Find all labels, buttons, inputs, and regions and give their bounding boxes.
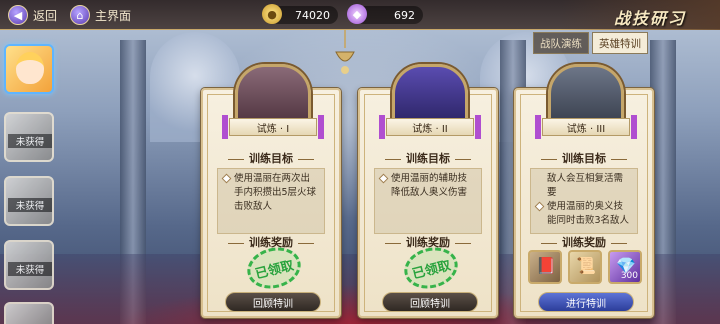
goal-text: 使用温丽在两次出手内积攒出5层火球击败敌人	[234, 173, 317, 212]
page-title: 战技研习	[613, 9, 686, 28]
bullet-diamond-icon	[534, 201, 545, 212]
bullet-diamond-icon	[378, 173, 389, 184]
trial-card-2: 试炼 · II 训练目标 使用温丽的辅助技降低敌人奥义伤害 训练奖励 已领取 回…	[358, 64, 498, 318]
home-button[interactable]: ⌂ 主界面	[70, 4, 131, 26]
gold-value: 74020	[295, 8, 330, 22]
goal-title: 训练目标	[203, 150, 339, 166]
locked-label: 未获得	[8, 134, 52, 148]
reward-gems[interactable]: 💎 300	[608, 250, 642, 284]
goal-title: 训练目标	[516, 150, 652, 166]
gem-icon: ◆	[347, 4, 367, 24]
trial-name: 试炼 · II	[379, 115, 481, 139]
review-training-button[interactable]: 回顾特训	[225, 292, 321, 312]
goal-text: 使用温丽的辅助技降低敌人奥义伤害	[391, 173, 468, 198]
goal-box: 使用温丽的辅助技降低敌人奥义伤害	[374, 168, 482, 234]
home-label: 主界面	[95, 8, 132, 23]
home-icon: ⌂	[70, 5, 90, 25]
back-label: 返回	[33, 8, 58, 23]
gem-icon: 💎	[616, 256, 636, 275]
back-button[interactable]: ◀ 返回	[8, 4, 57, 26]
hero-face-icon	[16, 52, 44, 84]
goal-text: 使用温丽的奥义技能同时击败3名敌人	[547, 201, 630, 226]
back-arrow-icon: ◀	[8, 5, 28, 25]
hero-slot-locked[interactable]: 未获得	[4, 240, 54, 290]
gold-coin-icon: ●	[262, 4, 282, 24]
skill-book-icon: 📕	[536, 256, 556, 275]
trial-card-1: 试炼 · I 训练目标 使用温丽在两次出手内积攒出5层火球击败敌人 训练奖励 已…	[201, 64, 341, 318]
gem-value: 692	[394, 8, 415, 22]
reward-scroll[interactable]: 📜	[568, 250, 602, 284]
goal-box: 敌人会互相复活需要 使用温丽的奥义技能同时击败3名敌人	[530, 168, 638, 234]
tab-hero-training[interactable]: 英雄特训	[592, 32, 648, 54]
goal-box: 使用温丽在两次出手内积攒出5层火球击败敌人	[217, 168, 325, 234]
tab-team-drill[interactable]: 战队演练	[533, 32, 589, 54]
start-training-button[interactable]: 进行特训	[538, 292, 634, 312]
hero-portrait-selected[interactable]	[4, 44, 54, 94]
hero-slot-locked[interactable]: 未获得	[4, 176, 54, 226]
top-bar: ◀ 返回 ⌂ 主界面 ● 74020 ◆ 692 战技研习	[0, 0, 720, 30]
gem-counter: ◆ 692	[347, 4, 423, 24]
chandelier-icon	[335, 30, 355, 74]
reward-skill-book[interactable]: 📕	[528, 250, 562, 284]
review-training-button[interactable]: 回顾特训	[382, 292, 478, 312]
hero-sidebar: 未获得 未获得 未获得	[0, 36, 62, 324]
scroll-icon: 📜	[576, 256, 596, 275]
mode-tabs: 战队演练 英雄特训	[533, 32, 648, 54]
trial-card-3: 试炼 · III 训练目标 敌人会互相复活需要 使用温丽的奥义技能同时击败3名敌…	[514, 64, 654, 318]
goal-text: 敌人会互相复活需要	[547, 173, 624, 198]
locked-label: 未获得	[8, 198, 52, 212]
locked-label: 未获得	[8, 262, 52, 276]
reward-title: 训练奖励	[516, 234, 652, 250]
trial-name: 试炼 · III	[535, 115, 637, 139]
bullet-diamond-icon	[221, 173, 232, 184]
hero-slot-locked[interactable]: 未获得	[4, 112, 54, 162]
hero-slot-locked[interactable]	[4, 302, 54, 324]
gold-counter: ● 74020	[262, 4, 338, 24]
goal-title: 训练目标	[360, 150, 496, 166]
trial-name: 试炼 · I	[222, 115, 324, 139]
